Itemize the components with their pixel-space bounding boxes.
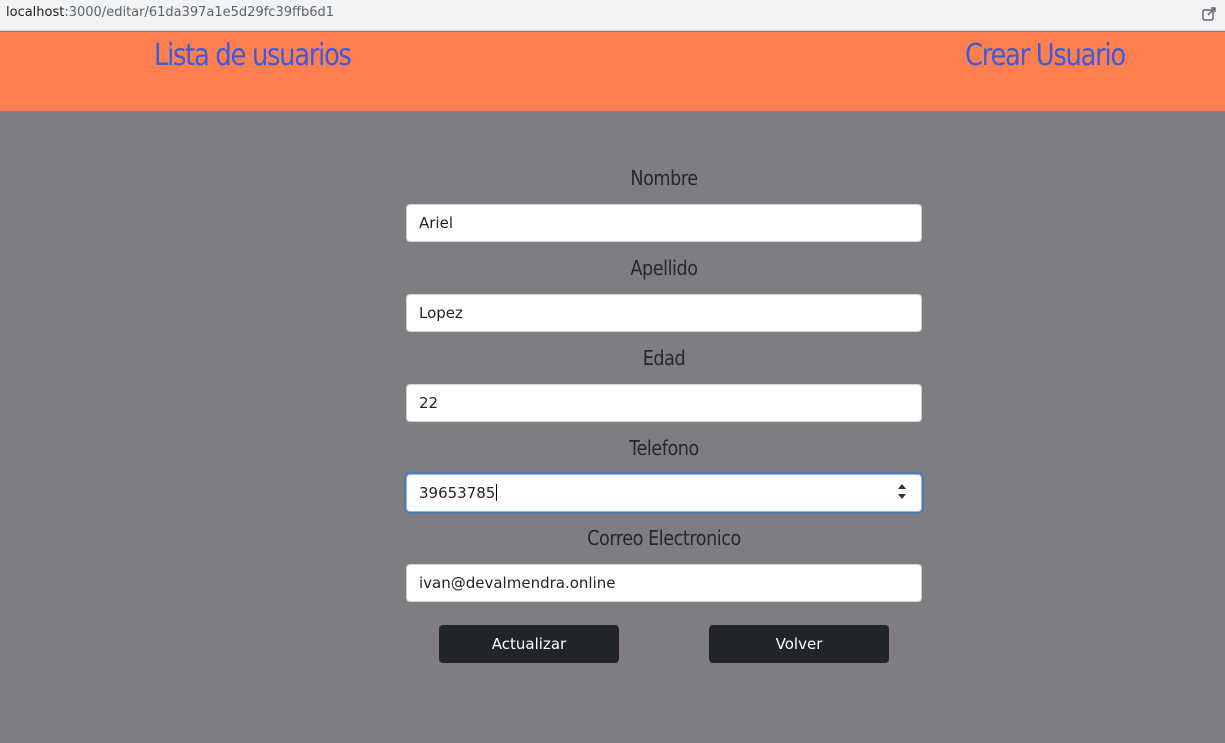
telefono-input[interactable]: 39653785 <box>406 474 922 512</box>
nav-link-create-user[interactable]: Crear Usuario <box>965 38 1126 73</box>
correo-input[interactable]: ivan@devalmendra.online <box>406 564 922 602</box>
number-spinner[interactable] <box>897 484 907 502</box>
back-button[interactable]: Volver <box>709 625 889 663</box>
nombre-label: Nombre <box>630 166 698 190</box>
url-host: localhost <box>6 5 65 20</box>
nav-link-user-list[interactable]: Lista de usuarios <box>154 38 352 73</box>
browser-address-bar[interactable]: localhost:3000/editar/61da397a1e5d29fc39… <box>0 0 1225 31</box>
nombre-input[interactable]: Ariel <box>406 204 922 242</box>
apellido-input[interactable]: Lopez <box>406 294 922 332</box>
edad-input[interactable]: 22 <box>406 384 922 422</box>
spin-down-icon[interactable] <box>898 494 906 499</box>
spin-up-icon[interactable] <box>898 484 906 489</box>
telefono-label: Telefono <box>629 436 699 460</box>
telefono-value: 39653785 <box>419 484 496 502</box>
form-actions: Actualizar Volver <box>406 625 922 663</box>
text-caret <box>496 484 498 501</box>
url-path: :3000/editar/61da397a1e5d29fc39ffb6d1 <box>64 5 334 20</box>
top-navbar: Lista de usuarios Crear Usuario <box>0 32 1225 111</box>
edit-user-form: Nombre Ariel Apellido Lopez Edad 22 Tele… <box>406 160 922 610</box>
update-button[interactable]: Actualizar <box>439 625 619 663</box>
url-text[interactable]: localhost:3000/editar/61da397a1e5d29fc39… <box>6 5 334 20</box>
correo-label: Correo Electronico <box>587 526 741 550</box>
edad-label: Edad <box>642 346 686 370</box>
apellido-label: Apellido <box>630 256 698 280</box>
share-icon[interactable] <box>1201 6 1217 22</box>
